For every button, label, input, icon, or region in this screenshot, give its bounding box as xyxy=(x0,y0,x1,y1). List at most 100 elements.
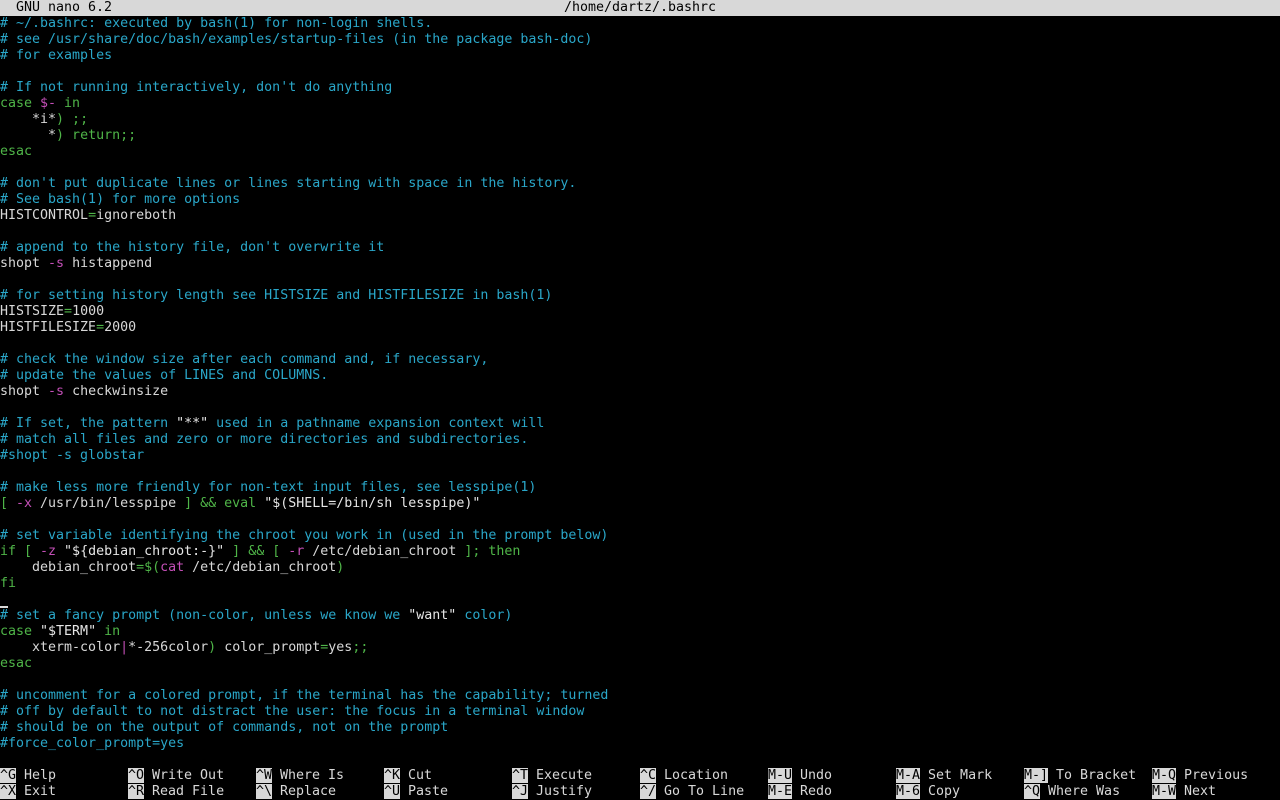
code-token: shopt xyxy=(0,384,49,399)
code-line[interactable]: #force_color_prompt=yes xyxy=(0,736,1280,752)
code-line[interactable] xyxy=(0,464,1280,480)
code-token: = xyxy=(64,304,73,319)
code-line[interactable]: esac xyxy=(0,656,1280,672)
shortcut-set-mark[interactable]: M-A Set Mark xyxy=(896,768,992,784)
code-token: shopt xyxy=(0,256,49,271)
shortcut-cut[interactable]: ^K Cut xyxy=(384,768,432,784)
shortcut-previous[interactable]: M-Q Previous xyxy=(1152,768,1248,784)
code-token: if [ xyxy=(0,544,41,559)
code-line[interactable]: *) return;; xyxy=(0,128,1280,144)
code-token: ) xyxy=(208,640,225,655)
code-token: # see /usr/share/doc/bash/examples/start… xyxy=(0,32,593,47)
code-token: color) xyxy=(456,608,513,623)
shortcut-help[interactable]: ^G Help xyxy=(0,768,56,784)
code-line[interactable]: # should be on the output of commands, n… xyxy=(0,720,1280,736)
shortcut-write-out[interactable]: ^O Write Out xyxy=(128,768,224,784)
code-line[interactable]: # append to the history file, don't over… xyxy=(0,240,1280,256)
shortcut-redo[interactable]: M-E Redo xyxy=(768,784,832,800)
shortcut-where-was[interactable]: ^Q Where Was xyxy=(1024,784,1120,800)
code-line[interactable]: debian_chroot=$(cat /etc/debian_chroot) xyxy=(0,560,1280,576)
code-token: #shopt -s globstar xyxy=(0,448,145,463)
code-line[interactable]: # make less more friendly for non-text i… xyxy=(0,480,1280,496)
shortcut-label: Replace xyxy=(272,784,337,799)
shortcut-key: ^Q xyxy=(1024,784,1041,799)
code-line[interactable]: case $- in xyxy=(0,96,1280,112)
code-line[interactable]: esac xyxy=(0,144,1280,160)
shortcut-key: ^R xyxy=(128,784,145,799)
code-line[interactable] xyxy=(0,400,1280,416)
code-line[interactable]: # for setting history length see HISTSIZ… xyxy=(0,288,1280,304)
shortcut-key: ^/ xyxy=(640,784,657,799)
code-line[interactable]: # uncomment for a colored prompt, if the… xyxy=(0,688,1280,704)
code-line[interactable]: # off by default to not distract the use… xyxy=(0,704,1280,720)
shortcut-where-is[interactable]: ^W Where Is xyxy=(256,768,344,784)
shortcut-execute[interactable]: ^T Execute xyxy=(512,768,592,784)
code-line[interactable] xyxy=(0,224,1280,240)
code-line[interactable]: # update the values of LINES and COLUMNS… xyxy=(0,368,1280,384)
shortcut-key: ^\ xyxy=(256,784,273,799)
shortcut-label: Where Is xyxy=(272,768,345,783)
shortcut-go-to-line[interactable]: ^/ Go To Line xyxy=(640,784,744,800)
shortcut-read-file[interactable]: ^R Read File xyxy=(128,784,224,800)
code-line[interactable] xyxy=(0,272,1280,288)
shortcut-label: Help xyxy=(16,768,57,783)
code-token: # should be on the output of commands, n… xyxy=(0,720,449,735)
code-token: "want" xyxy=(408,608,457,623)
code-token: fi xyxy=(0,576,17,591)
shortcut-undo[interactable]: M-U Undo xyxy=(768,768,832,784)
code-line[interactable] xyxy=(0,336,1280,352)
code-token: # for setting history length see HISTSIZ… xyxy=(0,288,553,303)
shortcut-key: M-U xyxy=(768,768,793,783)
code-line[interactable]: if [ -z "${debian_chroot:-}" ] && [ -r /… xyxy=(0,544,1280,560)
code-line[interactable]: # If not running interactively, don't do… xyxy=(0,80,1280,96)
code-line[interactable]: # for examples xyxy=(0,48,1280,64)
code-line[interactable]: # ~/.bashrc: executed by bash(1) for non… xyxy=(0,16,1280,32)
code-token: #force_color_prompt=yes xyxy=(0,736,185,751)
code-line[interactable]: fi xyxy=(0,576,1280,592)
shortcut-copy[interactable]: M-6 Copy xyxy=(896,784,960,800)
editor-area[interactable]: # ~/.bashrc: executed by bash(1) for non… xyxy=(0,16,1280,752)
code-token: ignoreboth xyxy=(96,208,177,223)
shortcut-to-bracket[interactable]: M-] To Bracket xyxy=(1024,768,1136,784)
code-line[interactable] xyxy=(0,592,1280,608)
code-line[interactable]: HISTFILESIZE=2000 xyxy=(0,320,1280,336)
code-line[interactable]: # see /usr/share/doc/bash/examples/start… xyxy=(0,32,1280,48)
code-line[interactable] xyxy=(0,512,1280,528)
code-line[interactable] xyxy=(0,64,1280,80)
code-token: # for examples xyxy=(0,48,113,63)
code-line[interactable]: # set a fancy prompt (non-color, unless … xyxy=(0,608,1280,624)
shortcut-bar: ^G Help ^X Exit ^O Write Out ^R Read File ^W… xyxy=(0,768,1280,800)
code-line[interactable]: shopt -s checkwinsize xyxy=(0,384,1280,400)
shortcut-exit[interactable]: ^X Exit xyxy=(0,784,56,800)
code-line[interactable]: # check the window size after each comma… xyxy=(0,352,1280,368)
code-line[interactable]: # See bash(1) for more options xyxy=(0,192,1280,208)
shortcut-justify[interactable]: ^J Justify xyxy=(512,784,592,800)
code-token: used in a pathname expansion context wil… xyxy=(208,416,545,431)
code-line[interactable]: HISTCONTROL=ignoreboth xyxy=(0,208,1280,224)
code-token: *-256color xyxy=(128,640,209,655)
code-line[interactable]: xterm-color|*-256color) color_prompt=yes… xyxy=(0,640,1280,656)
code-token: cat xyxy=(160,560,185,575)
shortcut-next[interactable]: M-W Next xyxy=(1152,784,1216,800)
code-line[interactable] xyxy=(0,160,1280,176)
code-line[interactable]: # match all files and zero or more direc… xyxy=(0,432,1280,448)
code-line[interactable]: # If set, the pattern "**" used in a pat… xyxy=(0,416,1280,432)
code-line[interactable]: # don't put duplicate lines or lines sta… xyxy=(0,176,1280,192)
code-token: HISTCONTROL xyxy=(0,208,89,223)
code-token: -s xyxy=(48,256,65,271)
shortcut-paste[interactable]: ^U Paste xyxy=(384,784,448,800)
code-line[interactable]: #shopt -s globstar xyxy=(0,448,1280,464)
code-line[interactable]: # set variable identifying the chroot yo… xyxy=(0,528,1280,544)
code-line[interactable]: HISTSIZE=1000 xyxy=(0,304,1280,320)
code-token: -z xyxy=(40,544,57,559)
code-line[interactable] xyxy=(0,672,1280,688)
code-token: # update the values of LINES and COLUMNS… xyxy=(0,368,329,383)
shortcut-label: Undo xyxy=(792,768,833,783)
code-line[interactable]: shopt -s histappend xyxy=(0,256,1280,272)
code-line[interactable]: case "$TERM" in xyxy=(0,624,1280,640)
code-line[interactable]: [ -x /usr/bin/lesspipe ] && eval "$(SHEL… xyxy=(0,496,1280,512)
code-line[interactable]: *i*) ;; xyxy=(0,112,1280,128)
shortcut-location[interactable]: ^C Location xyxy=(640,768,728,784)
file-path: /home/dartz/.bashrc xyxy=(563,0,717,15)
shortcut-replace[interactable]: ^\ Replace xyxy=(256,784,336,800)
